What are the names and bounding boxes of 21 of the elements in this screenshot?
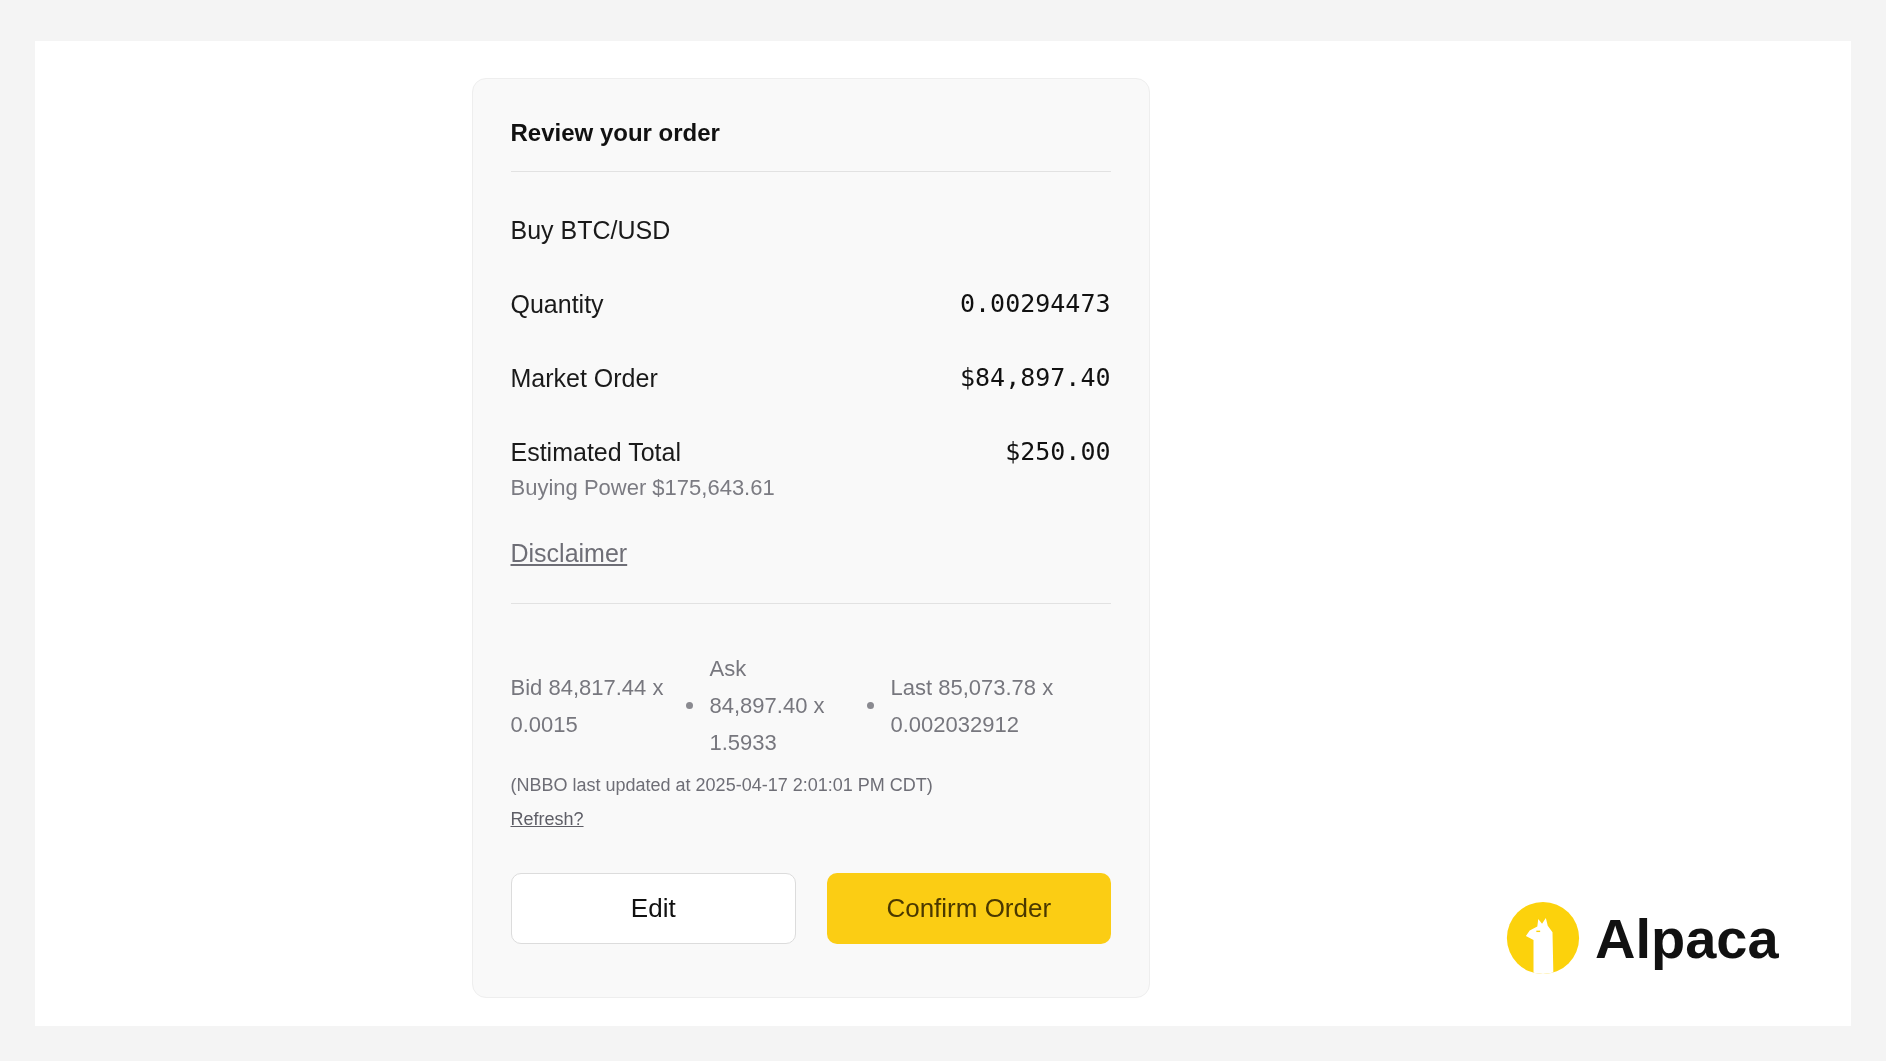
quote-text: Bid 84,817.44 x 0.0015 bbox=[510, 673, 665, 739]
refresh-link[interactable]: Refresh? bbox=[510, 809, 584, 829]
alpaca-logo-icon bbox=[1505, 900, 1581, 976]
row-label: Estimated Total bbox=[510, 437, 681, 468]
row-value: $250.00 bbox=[1005, 436, 1111, 468]
buying-power-text: Buying Power $175,643.61 bbox=[510, 474, 775, 502]
nbbo-note: (NBBO last updated at 2025-04-17 2:01:01 PM CDT) bbox=[510, 774, 934, 797]
row-label: Market Order bbox=[510, 363, 658, 394]
quote-text: Last 85,073.78 x 0.002032912 bbox=[890, 673, 1055, 739]
row-label: Quantity bbox=[510, 289, 604, 320]
card-title: Review your order bbox=[510, 118, 721, 148]
brand-name: Alpaca bbox=[1595, 905, 1779, 971]
edit-button[interactable]: Edit bbox=[510, 873, 796, 944]
row-value: $84,897.40 bbox=[960, 362, 1111, 394]
order-heading: Buy BTC/USD bbox=[510, 215, 672, 246]
separator-dot-icon bbox=[685, 702, 693, 709]
separator-dot-icon bbox=[866, 702, 874, 709]
disclaimer-link[interactable]: Disclaimer bbox=[510, 539, 628, 567]
row-value: 0.00294473 bbox=[960, 288, 1111, 320]
confirm-button[interactable]: Confirm Order bbox=[827, 873, 1111, 944]
quote-text: Ask 84,897.40 x 1.5933 bbox=[709, 655, 826, 757]
